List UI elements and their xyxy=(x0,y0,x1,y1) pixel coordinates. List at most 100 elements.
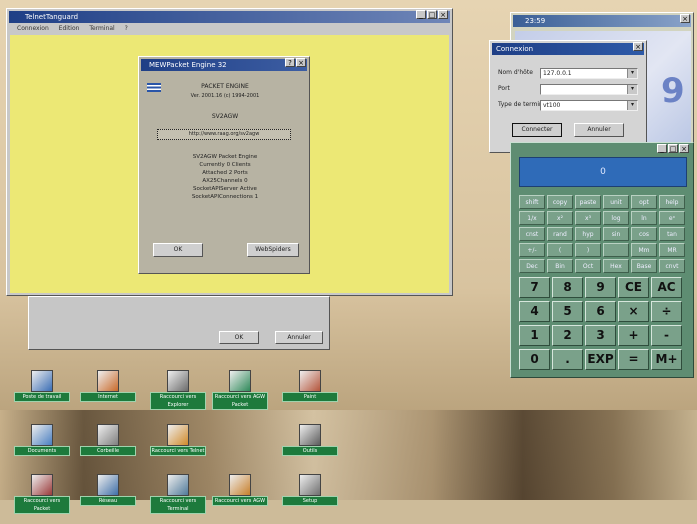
desktop-icon[interactable]: Outils xyxy=(282,424,338,468)
terminal-type-combobox[interactable]: vt100 ▾ xyxy=(540,100,638,111)
desktop-icon[interactable]: Raccourci vers Packet xyxy=(14,474,70,518)
desktop-icon[interactable]: Internet xyxy=(80,370,136,414)
calc-key[interactable]: CE xyxy=(618,277,649,298)
close-icon[interactable]: × xyxy=(679,144,689,153)
desktop-icon[interactable]: Corbeille xyxy=(80,424,136,468)
calc-function-key[interactable]: ln xyxy=(631,211,657,225)
calc-key[interactable]: = xyxy=(618,349,649,370)
desktop-icon[interactable]: Raccourci vers AGW Packet xyxy=(212,370,268,414)
calc-function-key[interactable]: hyp xyxy=(575,227,601,241)
desktop-icon[interactable]: Documents xyxy=(14,424,70,468)
connect-titlebar[interactable]: Connexion xyxy=(492,43,644,55)
calc-function-key[interactable]: cnst xyxy=(519,227,545,241)
connect-cancel-button[interactable]: Annuler xyxy=(574,123,624,137)
behind-cancel-button[interactable]: Annuler xyxy=(275,331,323,344)
calc-function-key[interactable]: Dec xyxy=(519,259,545,273)
calc-key[interactable]: 7 xyxy=(519,277,550,298)
menu-edition[interactable]: Edition xyxy=(59,25,80,32)
calc-function-key[interactable]: ) xyxy=(575,243,601,257)
calc-key[interactable]: M+ xyxy=(651,349,682,370)
calc-key[interactable]: 8 xyxy=(552,277,583,298)
calc-key[interactable]: AC xyxy=(651,277,682,298)
desktop-icon[interactable]: Setup xyxy=(282,474,338,518)
calc-function-key[interactable]: x² xyxy=(547,211,573,225)
menu-help[interactable]: ? xyxy=(125,25,128,32)
calc-function-key[interactable]: unit xyxy=(603,195,629,209)
status-line: SocketAPIServer Active xyxy=(193,186,257,192)
calc-function-key[interactable]: eˣ xyxy=(659,211,685,225)
calc-key[interactable]: 9 xyxy=(585,277,616,298)
chevron-down-icon[interactable]: ▾ xyxy=(627,85,637,94)
about-product: PACKET ENGINE xyxy=(201,83,249,90)
clock-time: 23:59 xyxy=(525,17,546,25)
desktop-icon[interactable]: Raccourci vers Terminal xyxy=(150,474,206,518)
calc-key[interactable]: 6 xyxy=(585,301,616,322)
calc-function-key[interactable]: tan xyxy=(659,227,685,241)
desktop-icon[interactable]: Raccourci vers Explorer xyxy=(150,370,206,414)
calc-function-key[interactable]: rand xyxy=(547,227,573,241)
calc-function-key[interactable]: paste xyxy=(575,195,601,209)
calc-key[interactable]: 3 xyxy=(585,325,616,346)
calc-key[interactable]: + xyxy=(618,325,649,346)
calc-function-key[interactable]: Hex xyxy=(603,259,629,273)
about-ok-button[interactable]: OK xyxy=(153,243,203,257)
about-url-link[interactable]: http://www.raag.org/sv2agw xyxy=(157,129,291,140)
calc-function-key[interactable]: x³ xyxy=(575,211,601,225)
desktop-icon[interactable]: Paint xyxy=(282,370,338,414)
calc-function-key[interactable]: +/- xyxy=(519,243,545,257)
calc-function-key[interactable]: help xyxy=(659,195,685,209)
calc-function-key[interactable]: opt xyxy=(631,195,657,209)
calc-function-key[interactable]: shift xyxy=(519,195,545,209)
calc-key[interactable]: 1 xyxy=(519,325,550,346)
program-icon xyxy=(299,370,321,392)
menu-terminal[interactable]: Terminal xyxy=(89,25,114,32)
telnet-titlebar[interactable]: TelnetTanguard xyxy=(9,11,450,23)
calc-function-key[interactable]: copy xyxy=(547,195,573,209)
calc-function-key[interactable]: cnvt xyxy=(659,259,685,273)
chevron-down-icon[interactable]: ▾ xyxy=(627,69,637,78)
calc-function-key[interactable]: MR xyxy=(659,243,685,257)
maximize-icon[interactable]: □ xyxy=(668,144,678,153)
desktop-icon[interactable]: Raccourci vers Telnet xyxy=(150,424,206,468)
calc-key[interactable]: 4 xyxy=(519,301,550,322)
chevron-down-icon[interactable]: ▾ xyxy=(627,101,637,110)
maximize-icon[interactable]: □ xyxy=(427,10,437,19)
calc-function-key[interactable] xyxy=(603,243,629,257)
calc-function-key[interactable]: Mm xyxy=(631,243,657,257)
menu-connexion[interactable]: Connexion xyxy=(17,25,49,32)
calc-key[interactable]: 5 xyxy=(552,301,583,322)
program-icon xyxy=(299,474,321,496)
calc-key[interactable]: . xyxy=(552,349,583,370)
calc-key[interactable]: × xyxy=(618,301,649,322)
calc-function-key[interactable]: Base xyxy=(631,259,657,273)
close-icon[interactable]: × xyxy=(680,14,690,23)
connect-button[interactable]: Connecter xyxy=(512,123,562,137)
host-combobox[interactable]: 127.0.0.1 ▾ xyxy=(540,68,638,79)
calc-function-key[interactable]: sin xyxy=(603,227,629,241)
close-icon[interactable]: × xyxy=(633,42,643,51)
desktop-icon[interactable]: Poste de travail xyxy=(14,370,70,414)
calc-function-key[interactable]: cos xyxy=(631,227,657,241)
close-icon[interactable]: × xyxy=(438,10,448,19)
close-icon[interactable]: × xyxy=(296,58,306,67)
minimize-icon[interactable]: _ xyxy=(416,10,426,19)
calc-function-key[interactable]: 1/x xyxy=(519,211,545,225)
calc-key[interactable]: - xyxy=(651,325,682,346)
desktop-icon[interactable]: Raccourci vers AGW xyxy=(212,474,268,518)
calc-key[interactable]: 0 xyxy=(519,349,550,370)
calc-function-key[interactable]: Bin xyxy=(547,259,573,273)
desktop-icon[interactable]: Réseau xyxy=(80,474,136,518)
calc-key[interactable]: 2 xyxy=(552,325,583,346)
calc-key[interactable]: ÷ xyxy=(651,301,682,322)
behind-ok-button[interactable]: OK xyxy=(219,331,259,344)
port-combobox[interactable]: ▾ xyxy=(540,84,638,95)
clock-titlebar[interactable]: 23:59 xyxy=(513,15,691,27)
calc-function-key[interactable]: log xyxy=(603,211,629,225)
calc-function-key[interactable]: Oct xyxy=(575,259,601,273)
help-icon[interactable]: ? xyxy=(285,58,295,67)
calc-key[interactable]: EXP xyxy=(585,349,616,370)
minimize-icon[interactable]: _ xyxy=(657,144,667,153)
about-titlebar[interactable]: MEWPacket Engine 32 xyxy=(141,59,307,71)
calc-function-key[interactable]: ( xyxy=(547,243,573,257)
about-web-button[interactable]: WebSpiders xyxy=(247,243,299,257)
